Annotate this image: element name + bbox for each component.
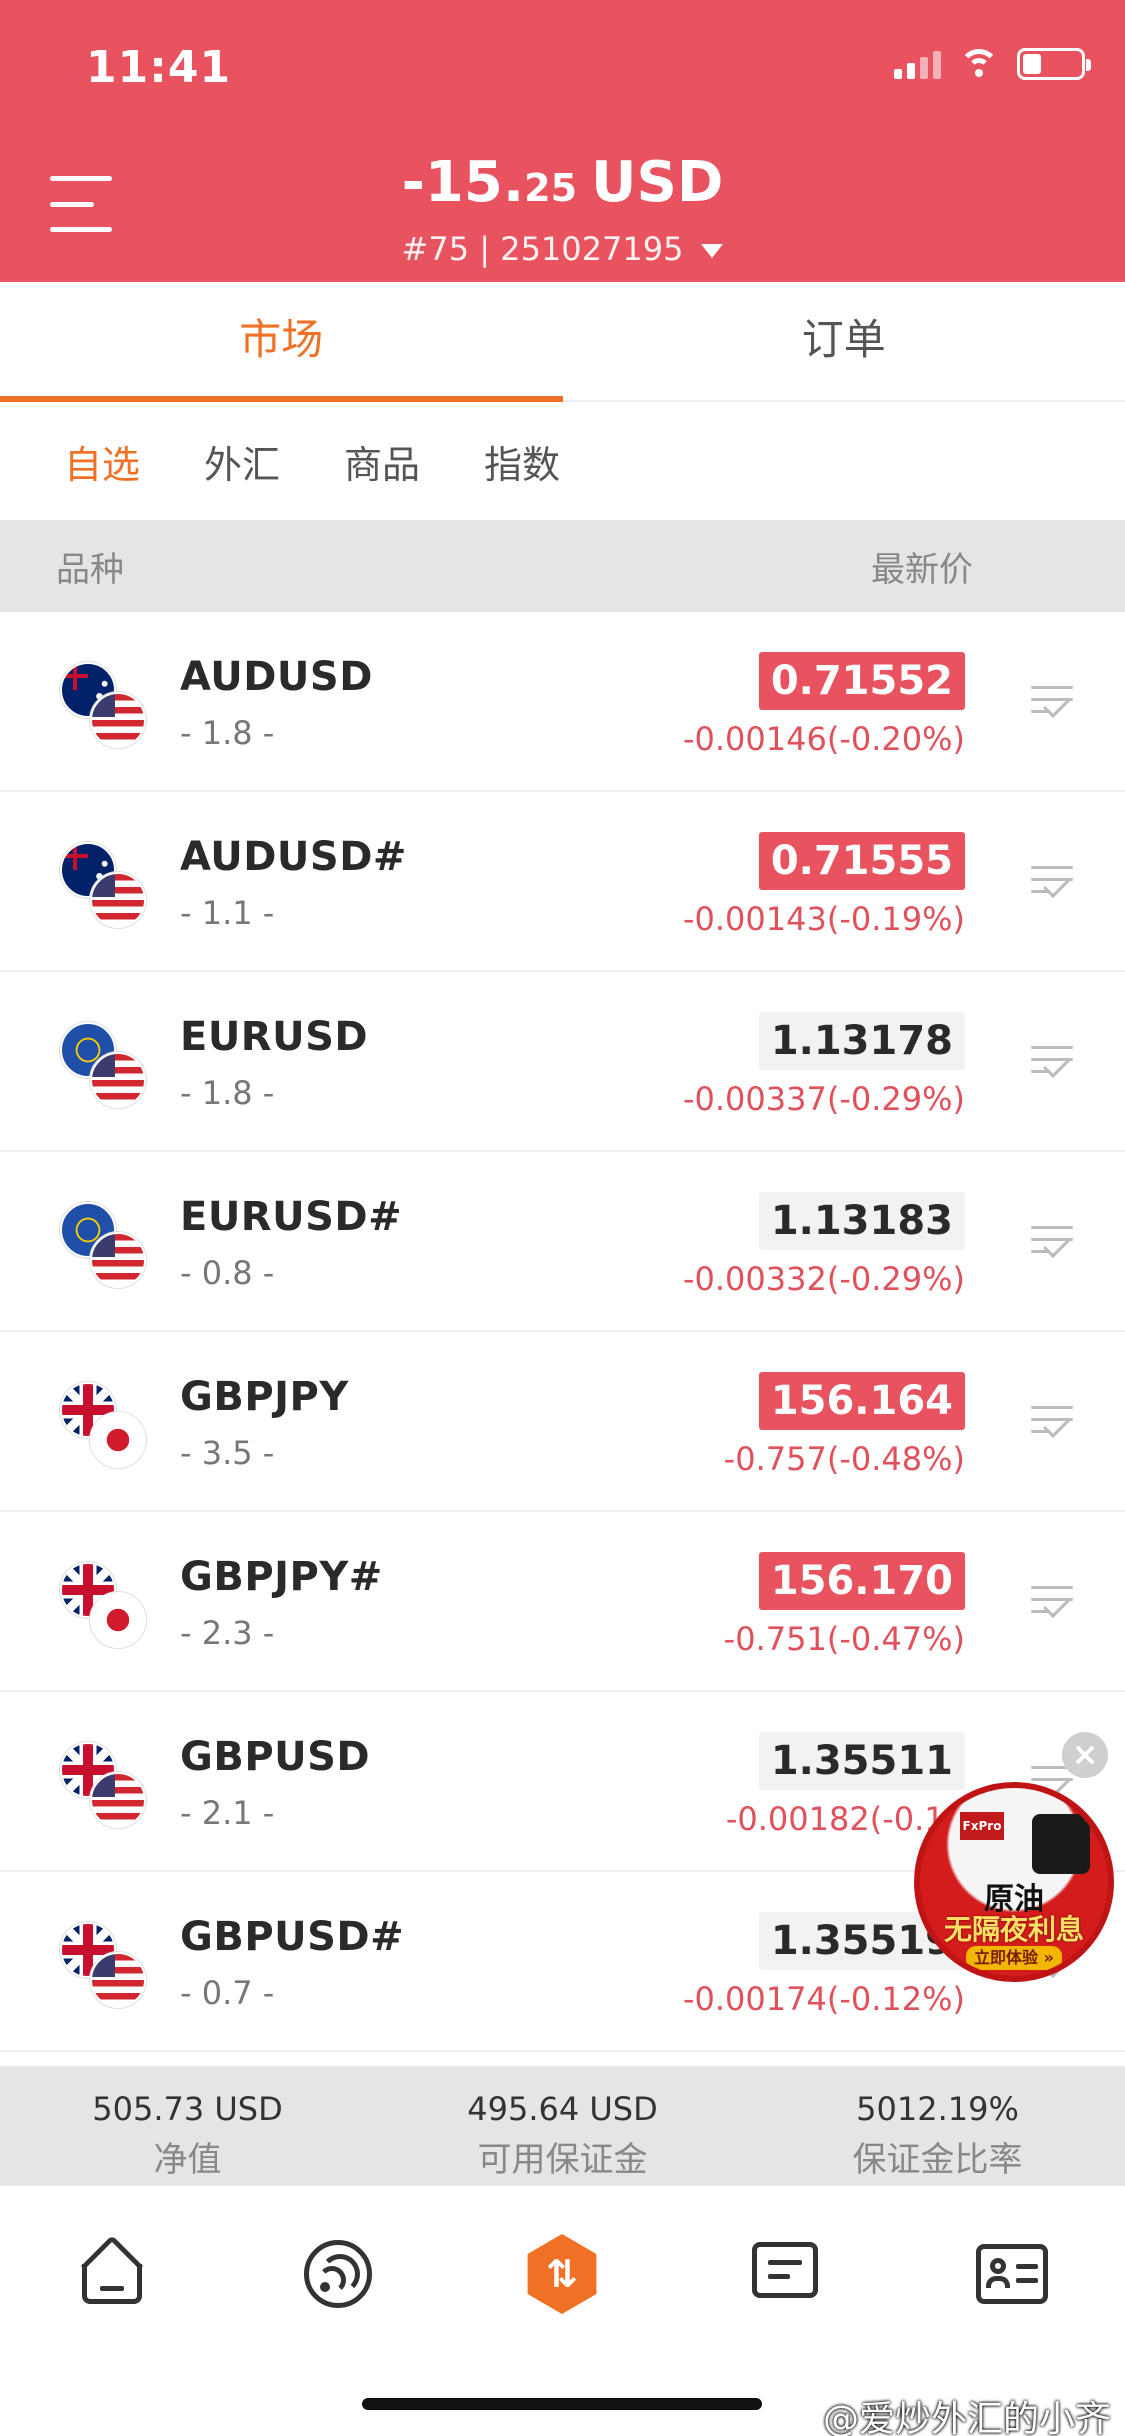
summary-margin-level: 5012.19% 保证金比率 xyxy=(852,2090,1023,2180)
us-flag-icon xyxy=(90,872,146,928)
instrument-row[interactable]: EURUSD - 1.8 - 1.13178 -0.00337(-0.29%) xyxy=(0,972,1125,1152)
instrument-change: -0.00174(-0.12%) xyxy=(682,1980,965,2018)
instrument-price: 0.71552 xyxy=(758,652,965,710)
instrument-change: -0.00146(-0.20%) xyxy=(682,720,965,758)
us-flag-icon xyxy=(90,1232,146,1288)
instrument-symbol: GBPJPY# xyxy=(180,1554,383,1600)
instrument-symbol: AUDUSD xyxy=(180,654,373,700)
currency-pair-flags xyxy=(60,842,150,932)
currency-pair-flags xyxy=(60,662,150,752)
us-flag-icon xyxy=(90,1052,146,1108)
instrument-price: 1.13178 xyxy=(758,1012,965,1070)
instrument-price: 156.170 xyxy=(758,1552,965,1610)
status-time: 11:41 xyxy=(86,42,232,93)
instrument-price: 1.13183 xyxy=(758,1192,965,1250)
us-flag-icon xyxy=(90,1772,146,1828)
trade-icon[interactable]: ⇅ xyxy=(522,2234,602,2314)
currency-pair-flags xyxy=(60,1922,150,2012)
instrument-spread: - 1.1 - xyxy=(180,894,275,932)
home-indicator[interactable] xyxy=(362,2398,762,2410)
summary-free-margin: 495.64 USD 可用保证金 xyxy=(467,2090,658,2180)
watchlist-edit-icon[interactable] xyxy=(1031,684,1077,726)
instrument-spread: - 0.7 - xyxy=(180,1974,275,2012)
instrument-symbol: EURUSD# xyxy=(180,1194,403,1240)
instrument-price: 156.164 xyxy=(758,1372,965,1430)
watchlist-edit-icon[interactable] xyxy=(1031,1224,1077,1266)
watermark: @爱炒外汇的小齐 xyxy=(822,2399,1111,2436)
list-header: 品种 最新价 xyxy=(0,520,1125,612)
status-icons xyxy=(894,48,1091,80)
category-tabs: 自选 外汇 商品 指数 xyxy=(0,402,1125,520)
oil-barrel-icon xyxy=(1032,1814,1090,1874)
tab-market[interactable]: 市场 xyxy=(0,282,563,402)
account-number: #75 | 251027195 xyxy=(401,230,684,268)
tab-commodities[interactable]: 商品 xyxy=(344,434,420,489)
caret-down-icon xyxy=(701,244,724,258)
summary-equity: 505.73 USD 净值 xyxy=(92,2090,283,2180)
instrument-symbol: GBPUSD xyxy=(180,1734,371,1780)
account-balance: -15.25 USD xyxy=(401,150,724,215)
jp-flag-icon xyxy=(90,1592,146,1648)
signal-icon xyxy=(894,49,941,79)
instrument-spread: - 1.8 - xyxy=(180,714,275,752)
news-icon[interactable] xyxy=(746,2234,826,2314)
instrument-change: -0.751(-0.47%) xyxy=(723,1620,965,1658)
instrument-spread: - 0.8 - xyxy=(180,1254,275,1292)
instrument-change: -0.00337(-0.29%) xyxy=(682,1080,965,1118)
profile-icon[interactable] xyxy=(972,2234,1052,2314)
instrument-symbol: GBPUSD# xyxy=(180,1914,405,1960)
watchlist-edit-icon[interactable] xyxy=(1031,1044,1077,1086)
currency-pair-flags xyxy=(60,1742,150,1832)
instrument-spread: - 2.1 - xyxy=(180,1794,275,1832)
watchlist-edit-icon[interactable] xyxy=(1031,1584,1077,1626)
instrument-spread: - 1.8 - xyxy=(180,1074,275,1112)
instrument-symbol: GBPJPY xyxy=(180,1374,349,1420)
promo-brand-logo: FxPro xyxy=(960,1812,1004,1840)
feed-icon[interactable] xyxy=(298,2234,378,2314)
account-summary: 505.73 USD 净值 495.64 USD 可用保证金 5012.19% … xyxy=(0,2066,1125,2186)
currency-pair-flags xyxy=(60,1022,150,1112)
column-symbol: 品种 xyxy=(56,549,124,590)
tab-indices[interactable]: 指数 xyxy=(484,434,560,489)
instrument-spread: - 3.5 - xyxy=(180,1434,275,1472)
instrument-spread: - 2.3 - xyxy=(180,1614,275,1652)
instrument-symbol: AUDUSD# xyxy=(180,834,407,880)
promo-cta-button[interactable]: 立即体验 » xyxy=(966,1946,1062,1970)
instrument-row[interactable]: AUDUSD - 1.8 - 0.71552 -0.00146(-0.20%) xyxy=(0,612,1125,792)
us-flag-icon xyxy=(90,692,146,748)
instrument-change: -0.00332(-0.29%) xyxy=(682,1260,965,1298)
instrument-row[interactable]: GBPJPY - 3.5 - 156.164 -0.757(-0.48%) xyxy=(0,1332,1125,1512)
jp-flag-icon xyxy=(90,1412,146,1468)
account-header: 11:41 -15.25 USD #75 | 251027195 xyxy=(0,0,1125,282)
tab-orders[interactable]: 订单 xyxy=(563,282,1125,400)
currency-pair-flags xyxy=(60,1562,150,1652)
battery-icon xyxy=(1017,48,1091,80)
instrument-change: -0.757(-0.48%) xyxy=(723,1440,965,1478)
main-tabs: 市场 订单 xyxy=(0,282,1125,402)
us-flag-icon xyxy=(90,1952,146,2008)
instrument-row[interactable]: EURUSD# - 0.8 - 1.13183 -0.00332(-0.29%) xyxy=(0,1152,1125,1332)
instrument-row[interactable]: AUDUSD# - 1.1 - 0.71555 -0.00143(-0.19%) xyxy=(0,792,1125,972)
promo-subtitle: 无隔夜利息 xyxy=(943,1913,1084,1946)
instrument-row[interactable]: GBPJPY# - 2.3 - 156.170 -0.751(-0.47%) xyxy=(0,1512,1125,1692)
column-price: 最新价 xyxy=(871,549,973,590)
currency-pair-flags xyxy=(60,1382,150,1472)
promo-ad-badge[interactable]: FxPro 原油 无隔夜利息 立即体验 » xyxy=(914,1782,1114,1982)
currency-pair-flags xyxy=(60,1202,150,1292)
tab-forex[interactable]: 外汇 xyxy=(204,434,280,489)
promo-ad[interactable]: × FxPro 原油 无隔夜利息 立即体验 » xyxy=(912,1732,1122,1982)
account-selector[interactable]: #75 | 251027195 xyxy=(0,230,1125,268)
instrument-change: -0.00143(-0.19%) xyxy=(682,900,965,938)
watchlist-edit-icon[interactable] xyxy=(1031,1404,1077,1446)
instrument-price: 0.71555 xyxy=(758,832,965,890)
close-icon[interactable]: × xyxy=(1062,1732,1108,1778)
watchlist-edit-icon[interactable] xyxy=(1031,864,1077,906)
instrument-symbol: EURUSD xyxy=(180,1014,369,1060)
tab-watchlist[interactable]: 自选 xyxy=(64,434,140,489)
home-icon[interactable] xyxy=(72,2234,152,2314)
wifi-icon xyxy=(959,49,999,79)
